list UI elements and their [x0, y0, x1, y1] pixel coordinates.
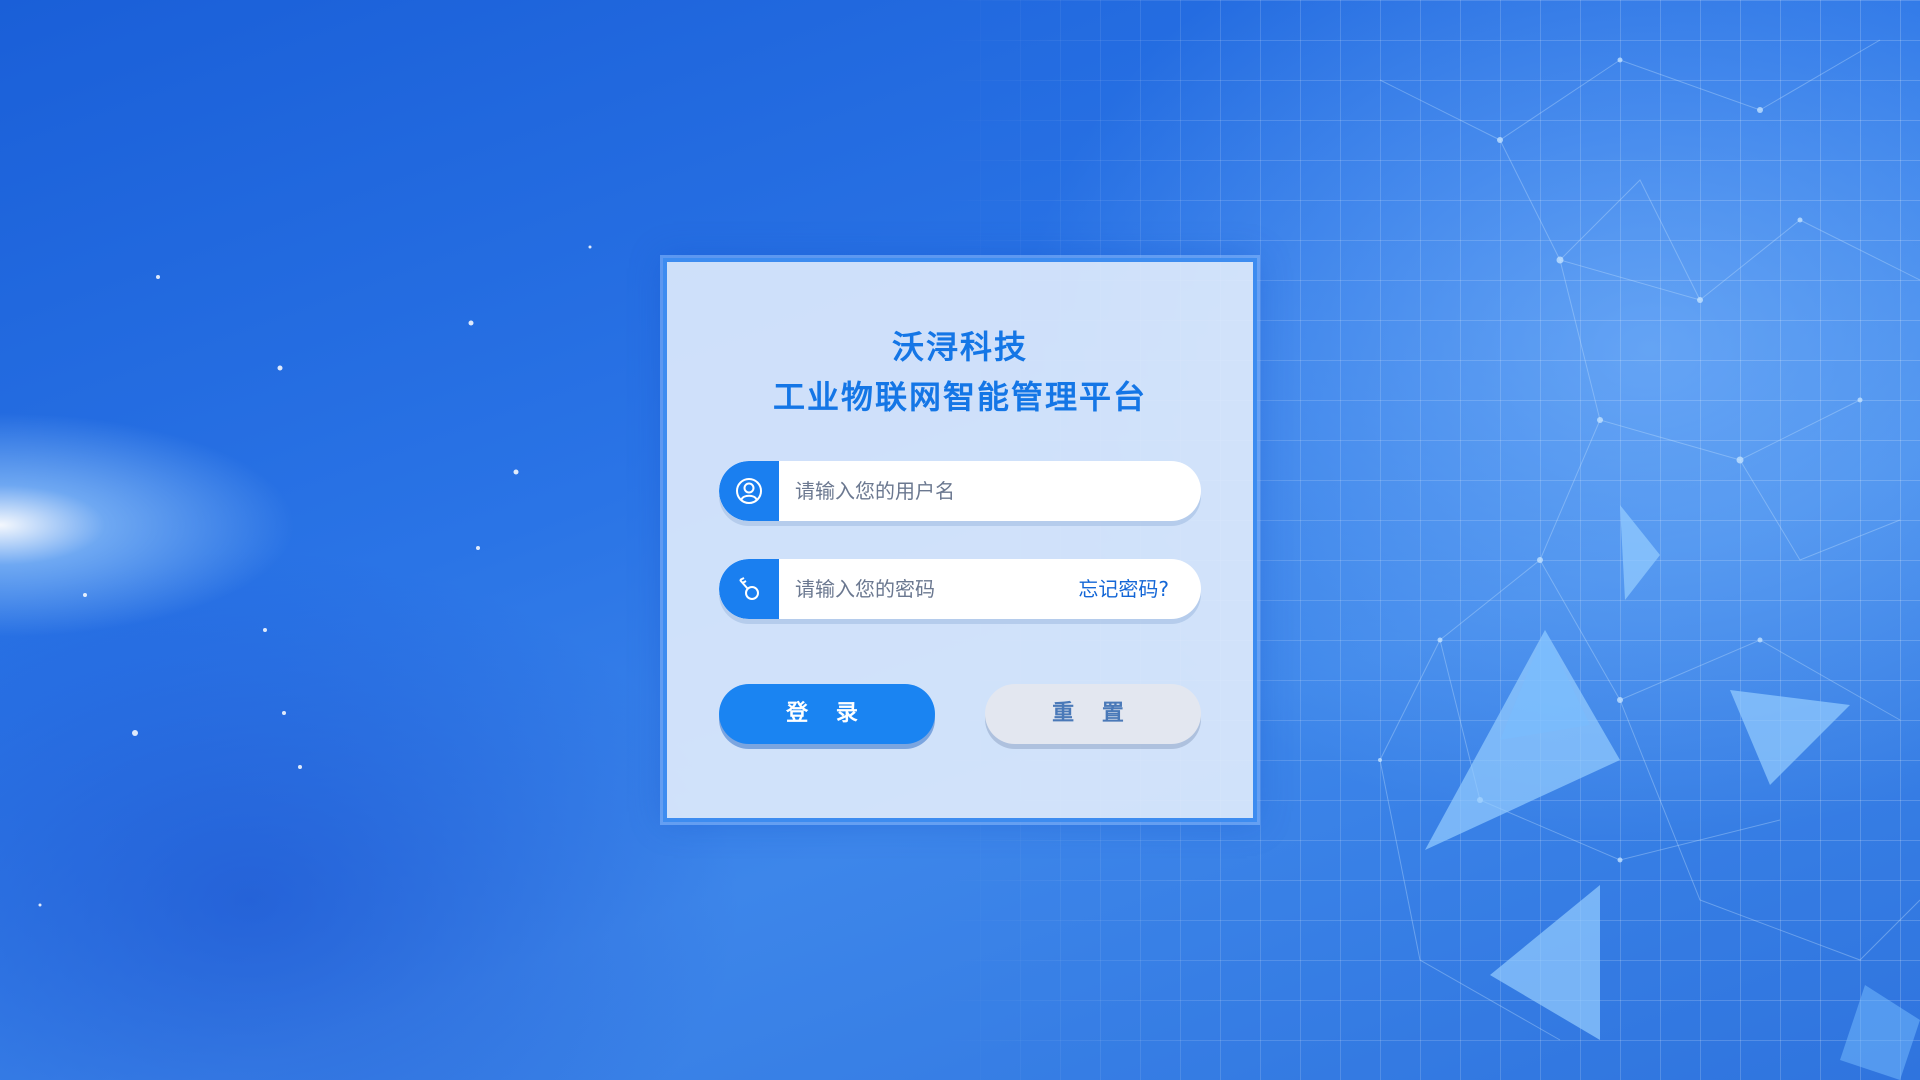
username-field [719, 461, 1201, 521]
username-icon-box [719, 461, 779, 521]
password-field: 忘记密码? [719, 559, 1201, 619]
user-icon [736, 478, 762, 504]
username-input[interactable] [795, 461, 1055, 521]
reset-button[interactable]: 重 置 [985, 684, 1201, 744]
platform-title: 工业物联网智能管理平台 [772, 378, 1147, 416]
password-input[interactable] [795, 559, 1055, 619]
login-button[interactable]: 登 录 [719, 684, 935, 744]
forgot-password-link[interactable]: 忘记密码? [1078, 559, 1169, 619]
login-card: 沃浔科技 工业物联网智能管理平台 忘 [663, 258, 1257, 822]
company-name: 沃浔科技 [891, 328, 1028, 366]
key-icon [739, 577, 759, 600]
password-icon-box [719, 559, 779, 619]
